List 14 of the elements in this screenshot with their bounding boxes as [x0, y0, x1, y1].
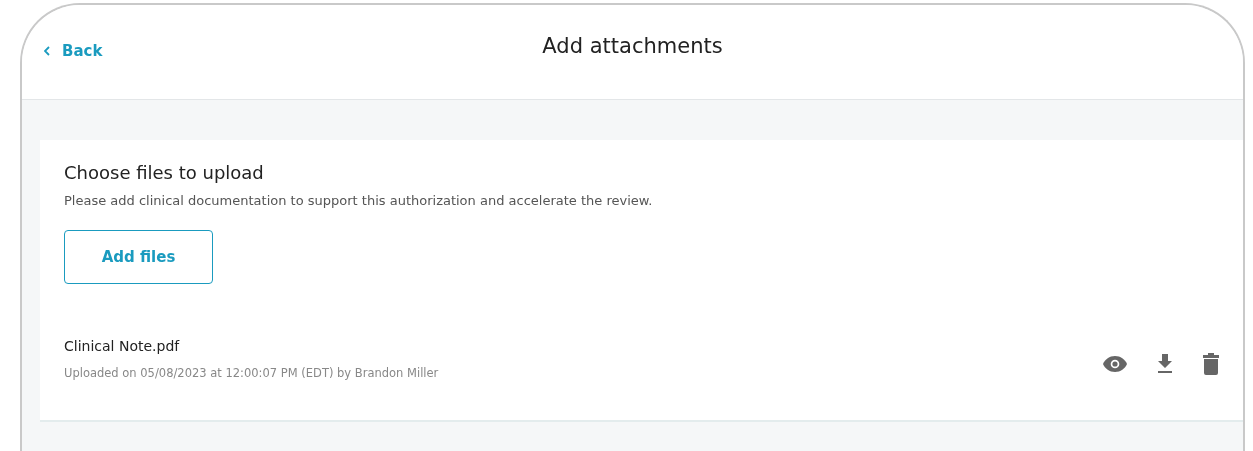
page-title: Add attachments — [541, 34, 724, 58]
back-link[interactable]: Back — [22, 42, 222, 60]
download-icon — [1157, 354, 1173, 374]
trash-icon — [1203, 353, 1219, 375]
add-files-button[interactable]: Add files — [64, 230, 213, 284]
section-description: Please add clinical documentation to support this authorization and accelerate the review. — [64, 193, 654, 208]
file-name: Clinical Note.pdf — [64, 338, 181, 354]
eye-icon — [1103, 356, 1127, 372]
section-heading: Choose files to upload — [64, 162, 265, 183]
delete-button[interactable] — [1203, 353, 1219, 375]
chevron-left-icon — [44, 46, 50, 56]
download-button[interactable] — [1157, 354, 1173, 374]
file-meta: Uploaded on 05/08/2023 at 12:00:07 PM (EDT) by Brandon Miller — [64, 366, 440, 380]
view-button[interactable] — [1103, 356, 1127, 372]
